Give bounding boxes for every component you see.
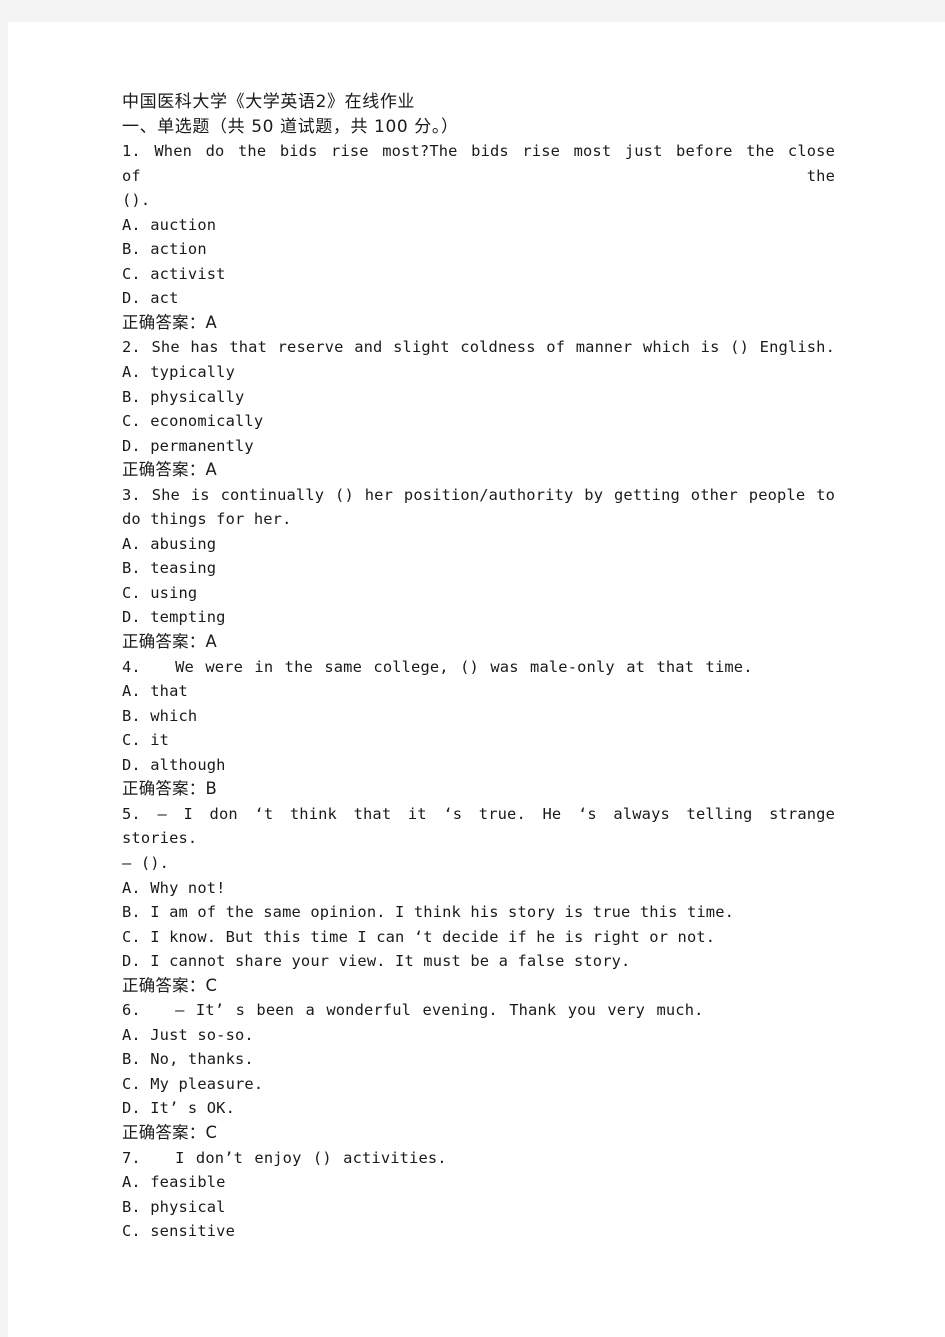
question-6-stem-line-1: 6. — It’ s been a wonderful evening. Tha… — [122, 1001, 704, 1020]
question-5-option-a: A. Why not! — [122, 878, 226, 897]
question-3-option-a: A. abusing — [122, 534, 217, 553]
document-text-body: 中国医科大学《大学英语2》在线作业 一、单选题（共 50 道试题，共 100 分… — [122, 90, 835, 1244]
question-6-option-d: D. It’ s OK. — [122, 1099, 235, 1118]
question-5-option-c: C. I know. But this time I can ‘t decide… — [122, 927, 716, 946]
question-1-option-c: C. activist — [122, 264, 226, 283]
question-5-option-b: B. I am of the same opinion. I think his… — [122, 903, 735, 922]
question-5-stem-line-1: 5. — I don ‘t think that it ‘s true. He … — [122, 804, 835, 848]
question-4-option-a: A. that — [122, 682, 188, 701]
question-2-option-c: C. economically — [122, 412, 264, 431]
question-4-option-b: B. which — [122, 706, 198, 725]
question-6-option-a: A. Just so-so. — [122, 1025, 254, 1044]
question-4-option-d: D. although — [122, 755, 226, 774]
question-2-option-d: D. permanently — [122, 436, 254, 455]
question-3-answer: 正确答案：A — [122, 632, 217, 652]
question-3-option-c: C. using — [122, 583, 198, 602]
question-7-option-c: C. sensitive — [122, 1222, 235, 1241]
page-top-border — [0, 0, 945, 22]
question-4-stem-line-1: 4. We were in the same college, () was m… — [122, 657, 753, 676]
question-4-option-c: C. it — [122, 731, 170, 750]
question-1-stem-line-1: 1. When do the bids rise most?The bids r… — [122, 142, 835, 185]
question-7-option-b: B. physical — [122, 1197, 226, 1216]
question-3-option-b: B. teasing — [122, 559, 217, 578]
question-7-stem-line-1: 7. I don’t enjoy () activities. — [122, 1148, 447, 1167]
question-5-answer: 正确答案：C — [122, 975, 218, 995]
question-7-option-a: A. feasible — [122, 1173, 226, 1192]
question-3-stem-line-2: do things for her. — [122, 510, 292, 529]
question-6-answer: 正确答案：C — [122, 1122, 218, 1142]
question-6-option-b: B. No, thanks. — [122, 1050, 254, 1069]
page-left-border — [0, 22, 8, 1337]
question-1-option-d: D. act — [122, 289, 179, 308]
question-4-answer: 正确答案：B — [122, 779, 217, 799]
question-3-option-d: D. tempting — [122, 608, 226, 627]
question-6-option-c: C. My pleasure. — [122, 1074, 264, 1093]
question-3-stem-line-1: 3. She is continually () her position/au… — [122, 485, 835, 504]
question-1-option-b: B. action — [122, 240, 207, 259]
document-title: 中国医科大学《大学英语2》在线作业 — [122, 92, 416, 112]
question-1-answer: 正确答案：A — [122, 312, 217, 332]
question-2-stem-line-1: 2. She has that reserve and slight coldn… — [122, 338, 835, 357]
question-1-option-a: A. auction — [122, 215, 217, 234]
question-1-stem-line-2: (). — [122, 191, 151, 210]
paper-sheet: 中国医科大学《大学英语2》在线作业 一、单选题（共 50 道试题，共 100 分… — [8, 22, 945, 1337]
question-2-answer: 正确答案：A — [122, 460, 217, 480]
question-5-stem-line-2: — (). — [122, 853, 170, 872]
question-2-option-b: B. physically — [122, 387, 245, 406]
document-page: 中国医科大学《大学英语2》在线作业 一、单选题（共 50 道试题，共 100 分… — [0, 0, 945, 1337]
question-5-option-d: D. I cannot share your view. It must be … — [122, 952, 631, 971]
section-heading: 一、单选题（共 50 道试题，共 100 分。） — [122, 116, 459, 137]
question-2-option-a: A. typically — [122, 363, 235, 382]
